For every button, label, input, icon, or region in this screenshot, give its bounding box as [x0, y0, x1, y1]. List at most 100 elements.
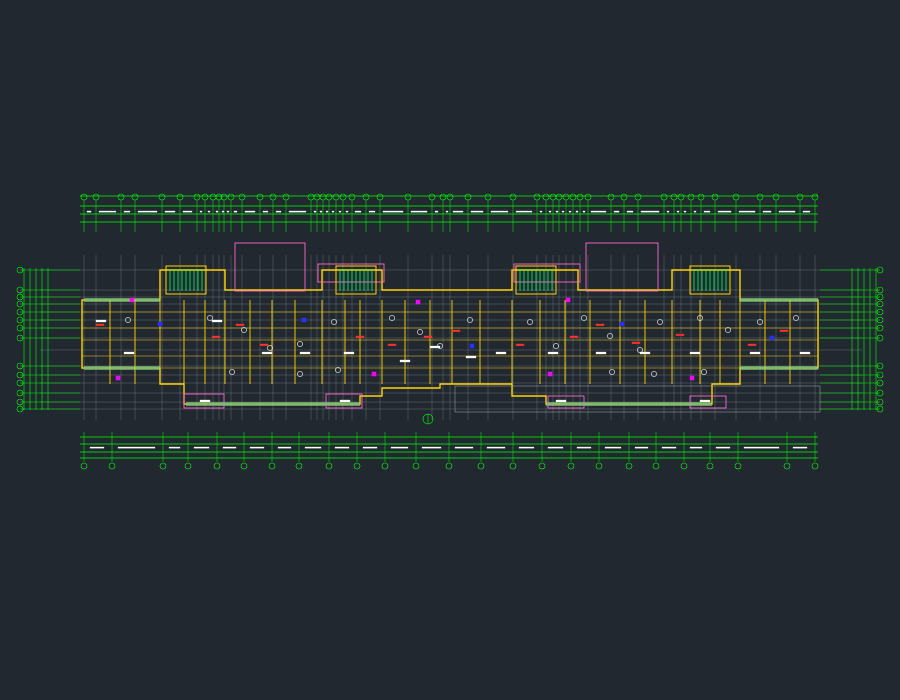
dimension-text-top: [738, 210, 756, 213]
dimension-text-bottom: [689, 446, 703, 449]
balcony-outline: [585, 242, 659, 292]
room-label: [199, 399, 211, 403]
dimension-text-top: [561, 210, 565, 213]
fixture: [581, 315, 587, 321]
axis-bubble-top: [677, 193, 685, 201]
fixture: [207, 315, 213, 321]
room-label: [299, 351, 311, 355]
red-door-mark: [631, 341, 641, 344]
cad-drawing-viewport[interactable]: [0, 0, 900, 700]
room-label: [799, 351, 811, 355]
axis-bubble-bottom: [509, 462, 517, 470]
axis-bubble-top: [756, 193, 764, 201]
red-door-mark: [95, 323, 105, 326]
axis-bubble-bottom: [625, 462, 633, 470]
axis-bubble-bottom: [811, 462, 819, 470]
dimension-text-top: [98, 210, 117, 213]
axis-bubble-top: [620, 193, 628, 201]
dimension-text-bottom: [362, 446, 378, 449]
dimension-text-top: [221, 210, 225, 213]
fixture: [657, 319, 663, 325]
dimension-text-bottom: [576, 446, 592, 449]
dimension-text-top: [199, 210, 203, 213]
axis-bubble-top: [772, 193, 780, 201]
axis-bubble-bottom: [325, 462, 333, 470]
magenta-marker: [565, 297, 571, 303]
room-label: [429, 345, 441, 349]
dimension-text-top: [452, 210, 464, 213]
fixture: [229, 369, 235, 375]
dimension-text-bottom: [334, 446, 350, 449]
dimension-text-bottom: [390, 446, 409, 449]
room-label: [689, 351, 701, 355]
red-door-mark: [569, 335, 579, 338]
dimension-text-top: [123, 210, 131, 213]
dimension-text-top: [640, 210, 660, 213]
axis-bubble-bottom: [353, 462, 361, 470]
fixture: [331, 319, 337, 325]
dimension-text-bottom: [304, 446, 322, 449]
dimension-text-top: [262, 210, 269, 213]
dimension-text-top: [490, 210, 509, 213]
axis-bubble-bottom: [381, 462, 389, 470]
dimension-text-bottom: [547, 446, 564, 449]
axis-bubble-top: [404, 193, 412, 201]
red-door-mark: [675, 333, 685, 336]
room-label: [339, 399, 351, 403]
axis-bubble-top: [313, 193, 321, 201]
axis-bubble-top: [307, 193, 315, 201]
room-label: [639, 351, 651, 355]
red-door-mark: [355, 335, 365, 338]
dimension-text-bottom: [193, 446, 210, 449]
dimension-text-bottom: [249, 446, 265, 449]
dimension-text-bottom: [661, 446, 677, 449]
axis-bubble-top: [80, 193, 88, 201]
dimension-text-top: [470, 210, 484, 213]
dimension-text-bottom: [792, 446, 808, 449]
axis-bubble-top: [584, 193, 592, 201]
axis-bubble-top: [634, 193, 642, 201]
dimension-text-top: [802, 210, 811, 213]
red-door-mark: [747, 343, 757, 346]
axis-bubble-top: [131, 193, 139, 201]
axis-bubble-top: [238, 193, 246, 201]
dimension-text-top: [445, 210, 449, 213]
axis-bubble-top: [607, 193, 615, 201]
plan-details: [95, 297, 811, 425]
axis-bubble-top: [332, 193, 340, 201]
axis-bubble-top: [533, 193, 541, 201]
red-door-mark: [515, 343, 525, 346]
dimension-text-top: [548, 210, 552, 213]
dimension-text-top: [215, 210, 219, 213]
balcony-outline: [317, 263, 385, 283]
fixture: [527, 319, 533, 325]
dimension-text-top: [555, 210, 559, 213]
dimension-text-top: [226, 210, 230, 213]
fixture: [417, 329, 423, 335]
dimension-text-top: [778, 210, 796, 213]
room-label: [95, 319, 107, 323]
axis-bubble-top: [158, 193, 166, 201]
axis-bubble-top: [269, 193, 277, 201]
axis-bubble-top: [509, 193, 517, 201]
fixture: [389, 315, 395, 321]
axis-bubble-bottom: [783, 462, 791, 470]
axis-bubble-top: [697, 193, 705, 201]
axis-bubble-bottom: [213, 462, 221, 470]
axis-bubble-bottom: [595, 462, 603, 470]
axis-bubble-bottom: [108, 462, 116, 470]
axis-bubble-top: [319, 193, 327, 201]
axis-grid-lines: [40, 255, 862, 420]
axis-bubble-top: [256, 193, 264, 201]
room-label: [595, 351, 607, 355]
room-label: [465, 355, 477, 359]
dimension-text-top: [539, 210, 543, 213]
magenta-marker: [415, 299, 421, 305]
fixture: [607, 333, 613, 339]
axis-bubble-bottom: [652, 462, 660, 470]
dimension-text-bottom: [518, 446, 535, 449]
axis-bubble-bottom: [268, 462, 276, 470]
axis-bubble-bottom: [240, 462, 248, 470]
room-label: [123, 351, 135, 355]
axis-bubble-top: [428, 193, 436, 201]
